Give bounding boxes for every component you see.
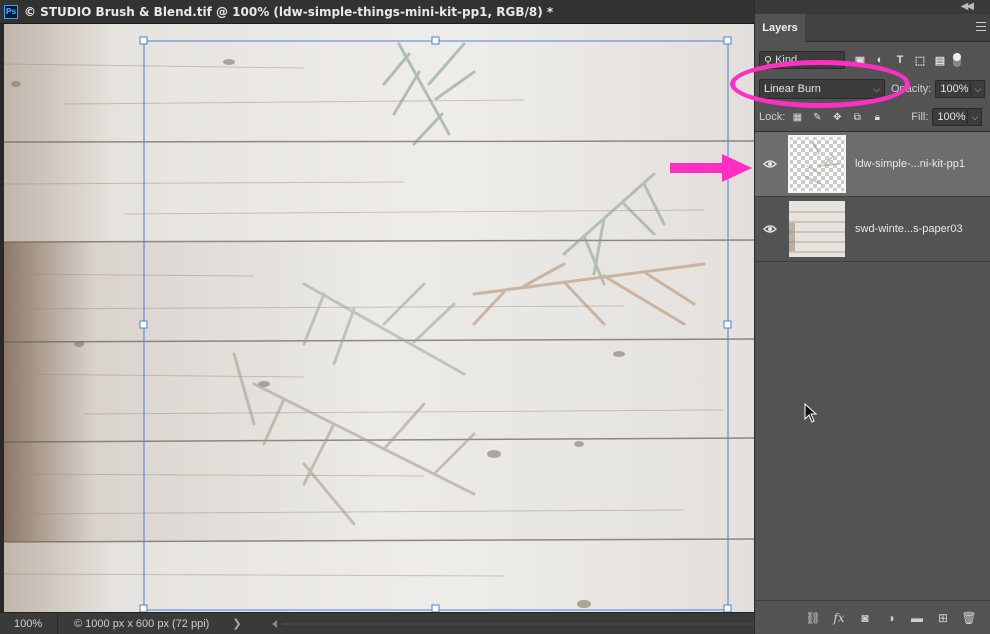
- layer-row[interactable]: swd-winte...s-paper03: [755, 197, 990, 262]
- tab-layers[interactable]: Layers: [755, 14, 805, 42]
- zoom-level[interactable]: 100%: [0, 612, 58, 634]
- fill-field[interactable]: 100%: [932, 108, 969, 126]
- document-info[interactable]: © 1000 px x 600 px (72 ppi): [58, 618, 228, 630]
- lock-label: Lock:: [759, 111, 786, 123]
- fill-label: Fill:: [911, 111, 929, 123]
- chevron-down-icon: ⌵: [873, 83, 880, 94]
- opacity-dropdown-icon[interactable]: ⌵: [971, 80, 986, 98]
- pixel-layer-filter-icon[interactable]: ▣: [853, 53, 867, 67]
- panel-dock-bar: ◀◀: [755, 0, 990, 14]
- canvas-artwork: [4, 24, 754, 612]
- opacity-label: Opacity:: [891, 83, 932, 95]
- lock-row: Lock: ▦ ✎ ✥ ⧉ 🔒︎ Fill: 100% ⌵: [759, 108, 987, 126]
- horizontal-scrollbar[interactable]: [270, 619, 754, 629]
- layers-panel: ◀◀ Layers ⚲ Kind ▣ ◐ T ⬚ ▤ Linear Burn ⌵: [754, 0, 990, 634]
- wood-plank: [4, 342, 754, 442]
- opacity-field[interactable]: 100%: [935, 80, 972, 98]
- document-window: Ps © STUDIO Brush & Blend.tif @ 100% (ld…: [0, 0, 754, 634]
- wood-plank: [4, 542, 754, 612]
- kind-filter-label: Kind: [775, 54, 798, 66]
- search-icon: ⚲: [764, 54, 773, 67]
- document-title: © STUDIO Brush & Blend.tif @ 100% (ldw-s…: [24, 4, 554, 19]
- wood-plank: [4, 442, 754, 542]
- new-group-folder-icon[interactable]: ▬: [909, 610, 925, 626]
- new-adjustment-layer-icon[interactable]: ◑: [883, 610, 899, 626]
- photoshop-window: Ps © STUDIO Brush & Blend.tif @ 100% (ld…: [0, 0, 990, 634]
- blend-mode-value: Linear Burn: [764, 83, 821, 95]
- photoshop-app-icon: Ps: [4, 4, 18, 19]
- adjustment-layer-filter-icon[interactable]: ◐: [873, 53, 887, 67]
- document-canvas[interactable]: [4, 24, 754, 612]
- panel-menu-icon[interactable]: [976, 22, 986, 32]
- type-layer-filter-icon[interactable]: T: [893, 53, 907, 67]
- fill-dropdown-icon[interactable]: ⌵: [968, 108, 983, 126]
- filter-toggle-switch[interactable]: [953, 53, 961, 67]
- wood-plank: [4, 24, 754, 142]
- layer-thumbnail[interactable]: [788, 135, 846, 193]
- layer-name[interactable]: swd-winte...s-paper03: [855, 223, 963, 235]
- layer-filter-row: ⚲ Kind ▣ ◐ T ⬚ ▤: [759, 50, 987, 70]
- layer-name[interactable]: ldw-simple-...ni-kit-pp1: [855, 158, 965, 170]
- wood-plank: [4, 142, 754, 242]
- status-bar: 100% © 1000 px x 600 px (72 ppi) ❯: [0, 612, 754, 634]
- document-tab[interactable]: Ps © STUDIO Brush & Blend.tif @ 100% (ld…: [0, 0, 754, 24]
- layer-thumbnail[interactable]: [789, 201, 845, 257]
- new-layer-icon[interactable]: ⊞: [935, 610, 951, 626]
- panel-tab-bar: Layers: [755, 14, 990, 42]
- smart-object-filter-icon[interactable]: ▤: [933, 53, 947, 67]
- blend-row: Linear Burn ⌵ Opacity: 100% ⌵: [759, 78, 987, 100]
- kind-filter-select[interactable]: ⚲ Kind: [759, 51, 845, 69]
- lock-position-icon[interactable]: ✥: [831, 111, 843, 123]
- collapse-panels-icon[interactable]: ◀◀: [961, 1, 974, 12]
- mouse-pointer-icon: [804, 403, 818, 423]
- eye-icon[interactable]: [755, 159, 785, 169]
- blend-mode-select[interactable]: Linear Burn ⌵: [759, 79, 885, 99]
- layers-list: ldw-simple-...ni-kit-pp1 swd-winte...s-p…: [755, 131, 990, 262]
- layer-style-fx-icon[interactable]: fx: [831, 610, 847, 626]
- eye-icon[interactable]: [755, 224, 785, 234]
- link-layers-icon[interactable]: ⛓: [805, 610, 821, 626]
- shape-layer-filter-icon[interactable]: ⬚: [913, 53, 927, 67]
- add-mask-icon[interactable]: ◙: [857, 610, 873, 626]
- delete-layer-trash-icon[interactable]: 🗑︎: [961, 610, 977, 626]
- layer-row[interactable]: ldw-simple-...ni-kit-pp1: [755, 132, 990, 197]
- lock-all-icon[interactable]: 🔒︎: [871, 111, 883, 123]
- status-menu-arrow[interactable]: ❯: [228, 617, 246, 630]
- pink-arrow-icon: [670, 154, 752, 182]
- lock-transparent-pixels-icon[interactable]: ▦: [791, 111, 803, 123]
- lock-image-pixels-icon[interactable]: ✎: [811, 111, 823, 123]
- lock-artboard-icon[interactable]: ⧉: [851, 111, 863, 123]
- layers-panel-footer: ⛓ fx ◙ ◑ ▬ ⊞ 🗑︎: [755, 600, 990, 634]
